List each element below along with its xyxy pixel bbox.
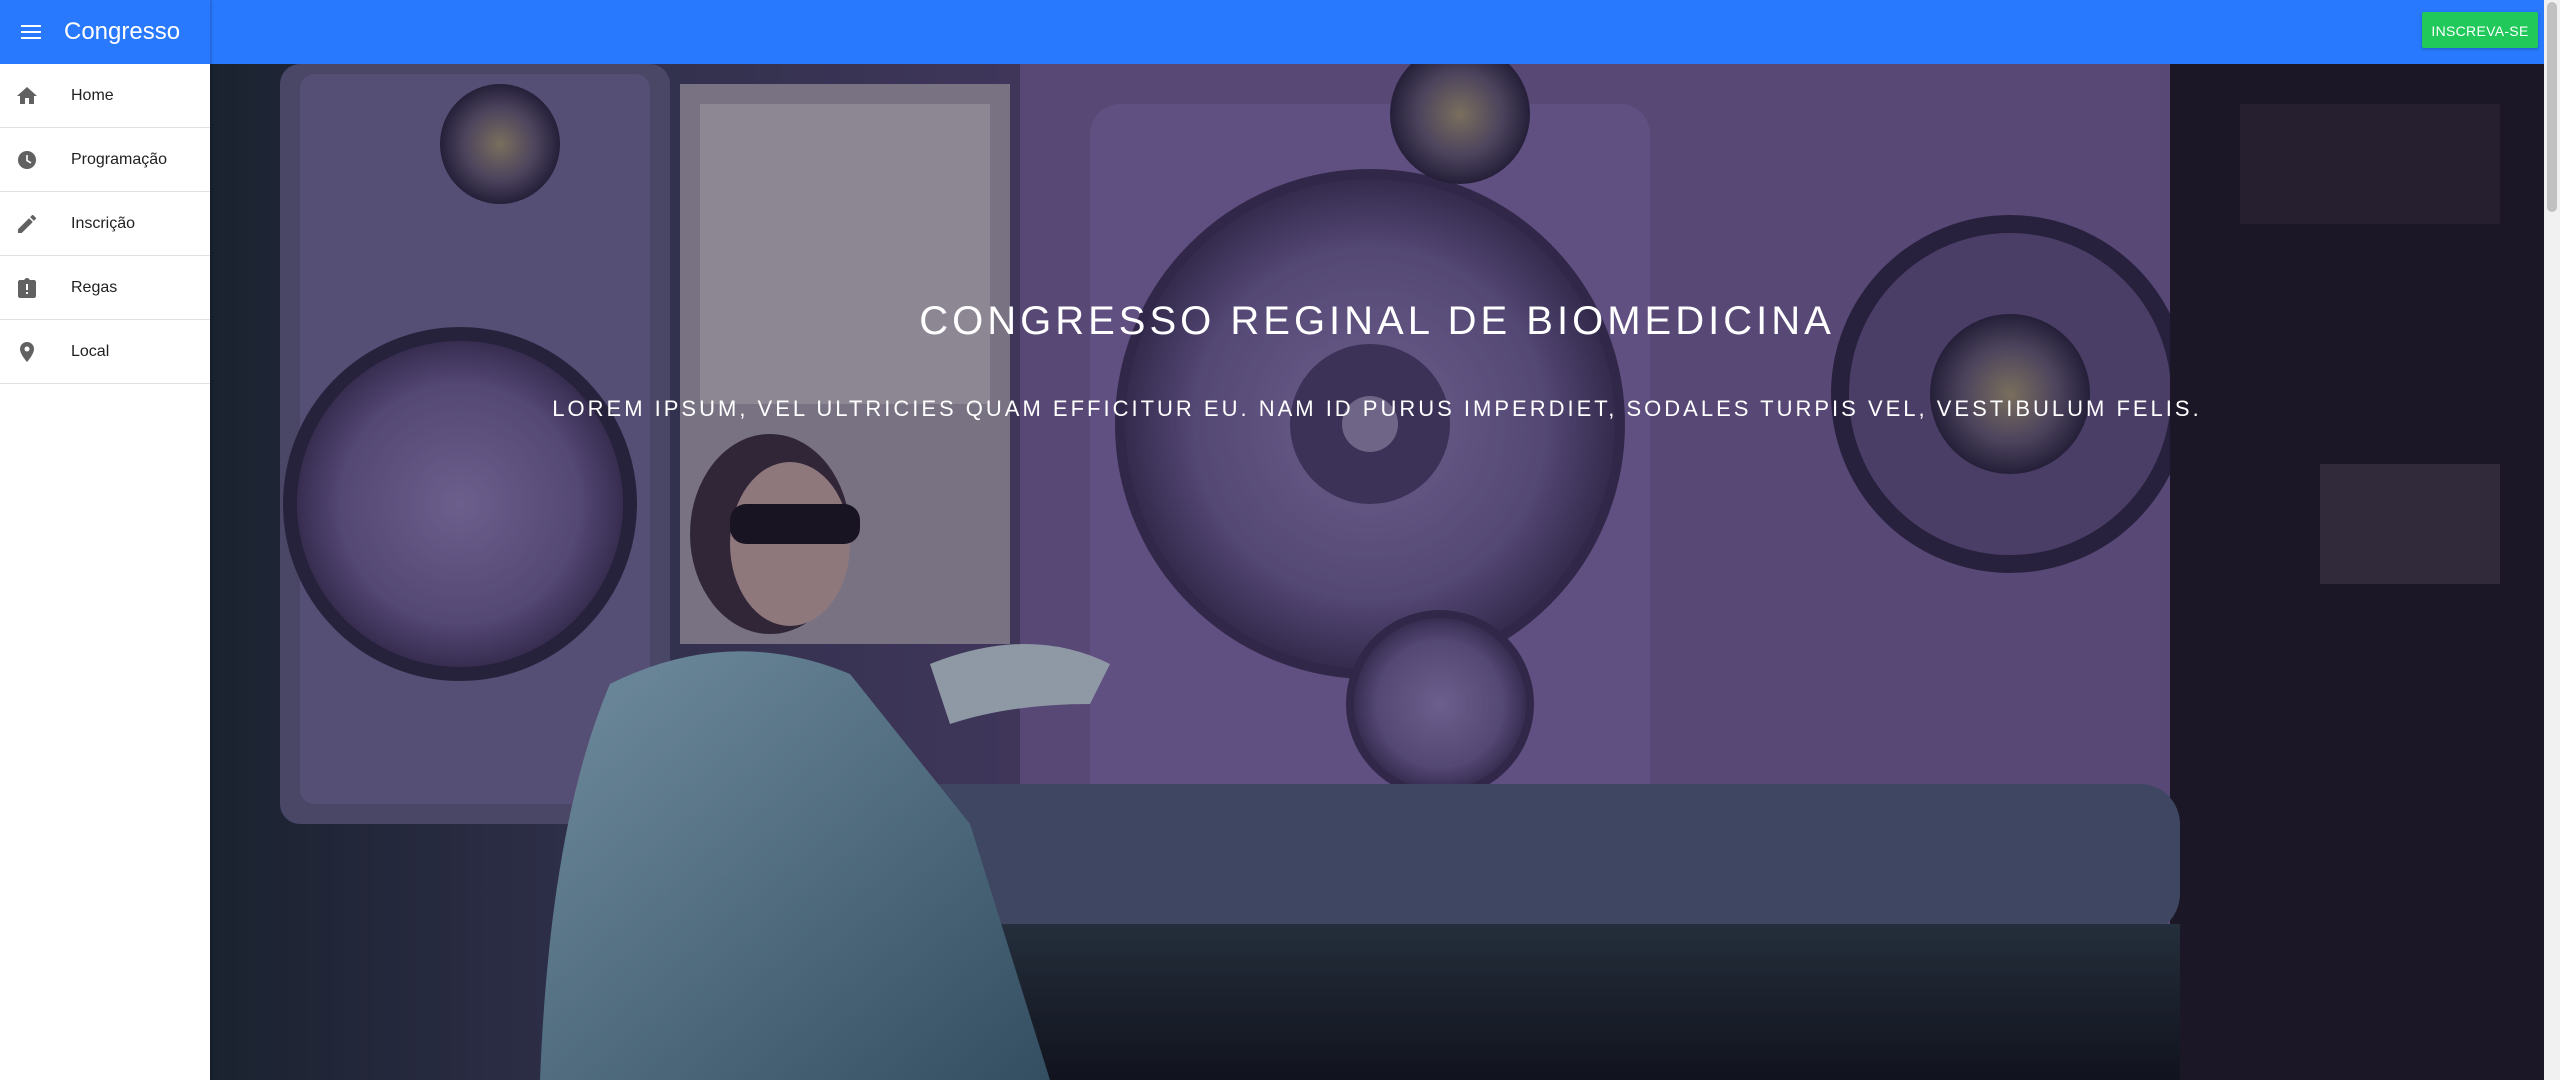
signup-button[interactable]: INSCREVA-SE [2422,12,2538,48]
map-pin-icon [17,341,37,362]
nav-label-regas: Regas [71,278,118,296]
nav-label-local: Local [71,342,110,360]
hero-subtitle: LOREM IPSUM, VEL ULTRICIES QUAM EFFICITU… [552,396,2202,421]
nav-item-home[interactable]: Home [0,64,210,128]
page-scrollbar[interactable] [2544,0,2560,1080]
nav-label-programacao: Programação [71,150,168,168]
scrollbar-thumb[interactable] [2547,2,2557,212]
clock-icon [17,150,37,170]
clipboard-alert-icon [17,277,37,298]
hero-title: CONGRESSO REGINAL DE BIOMEDICINA [919,298,1835,343]
top-app-bar: INSCREVA-SE [0,0,2560,64]
nav-label-home: Home [71,86,114,104]
nav-item-inscricao[interactable]: Inscrição [0,192,210,256]
app-title: Congresso [64,18,181,45]
menu-icon[interactable] [20,21,42,43]
pencil-icon [17,214,37,234]
nav-list: Home Programação Inscrição Regas Local [0,64,210,384]
hero-overlay [210,64,2544,1080]
drawer-header: Congresso [0,0,210,64]
navigation-drawer: Congresso Home Programação Inscrição Reg… [0,0,210,1080]
nav-item-local[interactable]: Local [0,320,210,384]
nav-label-inscricao: Inscrição [71,214,136,232]
nav-item-programacao[interactable]: Programação [0,128,210,192]
nav-item-regas[interactable]: Regas [0,256,210,320]
home-icon [17,86,37,106]
hero-section: CONGRESSO REGINAL DE BIOMEDICINA LOREM I… [210,64,2544,1080]
